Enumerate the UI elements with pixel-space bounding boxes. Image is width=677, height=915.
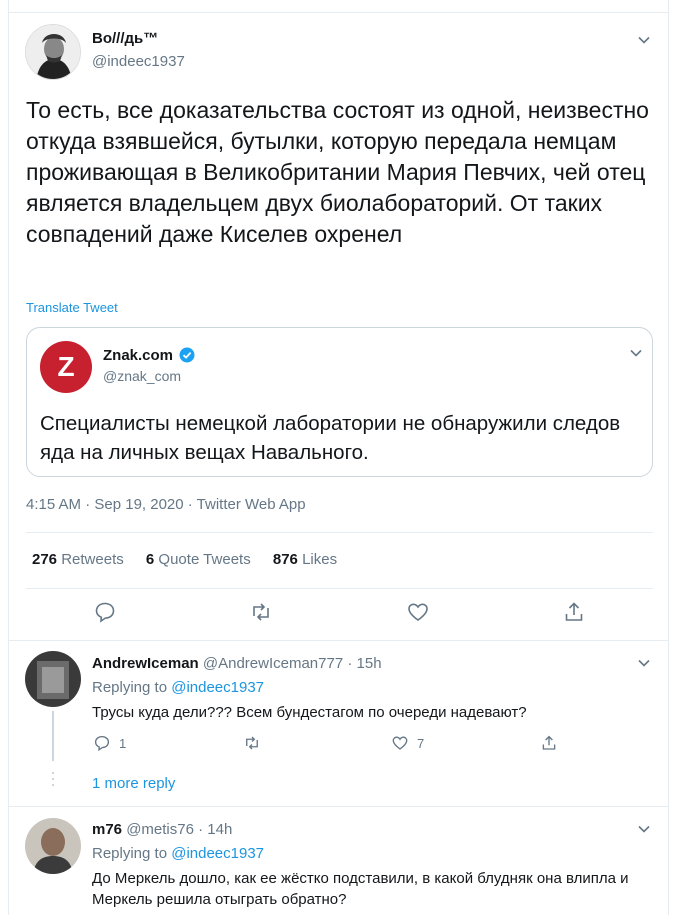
quoted-author[interactable]: Znak.com bbox=[103, 347, 195, 364]
chevron-down-icon[interactable] bbox=[628, 345, 644, 361]
section-divider bbox=[8, 806, 669, 807]
reply-author-handle[interactable]: @AndrewIceman777 bbox=[203, 655, 343, 672]
thread-line bbox=[52, 711, 54, 761]
author-avatar[interactable] bbox=[25, 24, 81, 80]
chevron-down-icon[interactable] bbox=[636, 32, 652, 48]
engagement-stats: 276 Retweets 6 Quote Tweets 876 Likes bbox=[32, 551, 355, 568]
retweet-icon bbox=[246, 736, 258, 750]
reply-author-name[interactable]: m76 bbox=[92, 821, 122, 838]
separator: · bbox=[347, 655, 353, 672]
divider bbox=[26, 588, 653, 589]
chevron-down-icon[interactable] bbox=[636, 821, 652, 837]
znak-logo[interactable]: Z bbox=[40, 341, 92, 393]
author-name[interactable]: Во///дь™ bbox=[92, 30, 158, 47]
tweet-timestamp[interactable]: 4:15 AM · Sep 19, 2020 · Twitter Web App bbox=[26, 496, 306, 513]
reply-header: AndrewIceman @AndrewIceman777 · 15h bbox=[92, 655, 382, 672]
reply-action[interactable]: 1 bbox=[93, 734, 126, 754]
retweet-icon[interactable] bbox=[249, 600, 273, 624]
more-replies-link[interactable]: 1 more reply bbox=[92, 775, 175, 792]
like-icon bbox=[392, 736, 408, 750]
likes-stat[interactable]: 876 Likes bbox=[273, 551, 337, 568]
retweet-action[interactable] bbox=[243, 734, 261, 754]
chevron-down-icon[interactable] bbox=[636, 655, 652, 671]
quoted-author-handle[interactable]: @znak_com bbox=[103, 368, 181, 384]
separator: · bbox=[198, 821, 204, 838]
reply-text: До Меркель дошло, как ее жёстко подстави… bbox=[92, 870, 629, 908]
quoted-author-name: Znak.com bbox=[103, 347, 174, 364]
reply-author-handle[interactable]: @metis76 bbox=[126, 821, 194, 838]
reply-time[interactable]: 15h bbox=[357, 655, 382, 672]
replying-to-link[interactable]: @indeec1937 bbox=[171, 845, 264, 862]
replying-to: Replying to @indeec1937 bbox=[92, 679, 265, 696]
author-handle[interactable]: @indeec1937 bbox=[92, 53, 185, 70]
quoted-tweet-card[interactable]: Z Znak.com @znak_com Специалисты немецко… bbox=[26, 327, 653, 477]
quote-tweets-stat[interactable]: 6 Quote Tweets bbox=[146, 551, 251, 568]
reply-avatar[interactable] bbox=[25, 818, 81, 874]
tweet-text: То есть, все доказательства состоят из о… bbox=[26, 97, 649, 247]
reply-icon[interactable] bbox=[93, 600, 117, 624]
share-action[interactable] bbox=[540, 734, 558, 754]
like-icon[interactable] bbox=[406, 600, 430, 624]
reply-author-name[interactable]: AndrewIceman bbox=[92, 655, 199, 672]
section-divider bbox=[8, 640, 669, 641]
divider bbox=[26, 532, 653, 533]
reply-header: m76 @metis76 · 14h bbox=[92, 821, 232, 838]
like-action[interactable]: 7 bbox=[391, 734, 424, 754]
quoted-tweet-text: Специалисты немецкой лаборатории не обна… bbox=[40, 412, 621, 464]
replying-to-link[interactable]: @indeec1937 bbox=[171, 679, 264, 696]
share-icon bbox=[542, 735, 556, 750]
reply-time[interactable]: 14h bbox=[207, 821, 232, 838]
verified-badge-icon bbox=[179, 347, 195, 363]
replying-to: Replying to @indeec1937 bbox=[92, 845, 265, 862]
reply-text: Трусы куда дели??? Всем бундестагом по о… bbox=[92, 704, 527, 721]
reply-icon bbox=[94, 735, 110, 752]
share-icon[interactable] bbox=[562, 600, 586, 624]
retweets-stat[interactable]: 276 Retweets bbox=[32, 551, 124, 568]
translate-tweet-link[interactable]: Translate Tweet bbox=[26, 300, 118, 315]
thread-dots bbox=[51, 772, 55, 790]
reply-avatar[interactable] bbox=[25, 651, 81, 707]
top-divider bbox=[8, 12, 669, 13]
